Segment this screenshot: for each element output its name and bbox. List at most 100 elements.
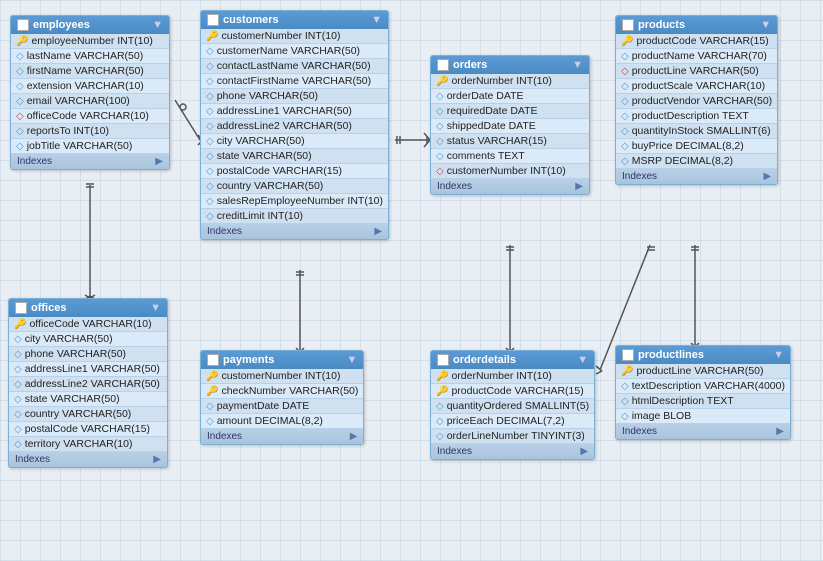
field-name: productLine VARCHAR(50) xyxy=(636,365,763,377)
field-name: postalCode VARCHAR(15) xyxy=(25,423,150,435)
field-row: 🔑orderNumber INT(10) xyxy=(431,74,589,89)
field-icon: ◇ xyxy=(436,431,444,442)
field-row: ◇contactLastName VARCHAR(50) xyxy=(201,59,388,74)
field-icon: ◇ xyxy=(206,46,214,57)
field-icon: ◇ xyxy=(621,96,629,107)
expand-arrow-icon[interactable]: ▼ xyxy=(572,59,583,71)
expand-arrow-icon[interactable]: ▼ xyxy=(347,354,358,366)
field-row: ◇customerName VARCHAR(50) xyxy=(201,44,388,59)
field-icon: ◇ xyxy=(436,106,444,117)
indexes-row[interactable]: Indexes▶ xyxy=(616,169,777,184)
field-icon: ◇ xyxy=(436,121,444,132)
field-row: ◇addressLine2 VARCHAR(50) xyxy=(9,377,167,392)
field-name: addressLine2 VARCHAR(50) xyxy=(217,120,352,132)
field-name: quantityInStock SMALLINT(6) xyxy=(632,125,771,137)
expand-arrow-icon[interactable]: ▼ xyxy=(773,349,784,361)
indexes-row[interactable]: Indexes ▶ xyxy=(431,444,594,459)
table-offices[interactable]: offices ▼🔑officeCode VARCHAR(10)◇city VA… xyxy=(8,298,168,468)
field-row: ◇quantityOrdered SMALLINT(5) xyxy=(431,399,594,414)
field-icon: ◇ xyxy=(206,76,214,87)
field-row: ◇lastName VARCHAR(50) xyxy=(11,49,169,64)
table-orders[interactable]: orders ▼🔑orderNumber INT(10)◇orderDate D… xyxy=(430,55,590,195)
expand-arrow-icon[interactable]: ▼ xyxy=(577,354,588,366)
table-icon xyxy=(17,19,29,31)
field-row: ◇salesRepEmployeeNumber INT(10) xyxy=(201,194,388,209)
field-row: ◇officeCode VARCHAR(10) xyxy=(11,109,169,124)
table-employees[interactable]: employees ▼🔑employeeNumber INT(10)◇lastN… xyxy=(10,15,170,170)
field-name: addressLine2 VARCHAR(50) xyxy=(25,378,160,390)
table-title: orderdetails xyxy=(453,354,516,366)
field-icon: ◇ xyxy=(436,151,444,162)
field-row: ◇orderDate DATE xyxy=(431,89,589,104)
fk-icon: ◇ xyxy=(436,166,444,177)
field-name: city VARCHAR(50) xyxy=(217,135,305,147)
indexes-label: Indexes xyxy=(207,431,242,442)
field-name: customerNumber INT(10) xyxy=(221,30,340,42)
indexes-arrow-icon: ▶ xyxy=(575,181,583,192)
field-name: phone VARCHAR(50) xyxy=(25,348,126,360)
table-header-products: products ▼ xyxy=(616,16,777,34)
field-row: 🔑checkNumber VARCHAR(50) xyxy=(201,384,363,399)
indexes-arrow-icon: ▶ xyxy=(580,446,588,457)
field-icon: ◇ xyxy=(621,141,629,152)
field-icon: ◇ xyxy=(206,61,214,72)
table-productlines[interactable]: productlines ▼🔑productLine VARCHAR(50)◇t… xyxy=(615,345,791,440)
field-row: ◇shippedDate DATE xyxy=(431,119,589,134)
field-row: ◇creditLimit INT(10) xyxy=(201,209,388,224)
field-name: officeCode VARCHAR(10) xyxy=(27,110,149,122)
field-name: firstName VARCHAR(50) xyxy=(27,65,144,77)
field-row: ◇quantityInStock SMALLINT(6) xyxy=(616,124,777,139)
indexes-arrow-icon: ▶ xyxy=(776,426,784,437)
table-customers[interactable]: customers ▼🔑customerNumber INT(10)◇custo… xyxy=(200,10,389,240)
field-name: shippedDate DATE xyxy=(447,120,536,132)
indexes-label: Indexes xyxy=(17,156,52,167)
field-name: postalCode VARCHAR(15) xyxy=(217,165,342,177)
indexes-row[interactable]: Indexes▶ xyxy=(616,424,790,439)
field-row: ◇textDescription VARCHAR(4000) xyxy=(616,379,790,394)
expand-arrow-icon[interactable]: ▼ xyxy=(371,14,382,26)
table-title: employees xyxy=(33,19,90,31)
field-icon: ◇ xyxy=(621,381,629,392)
erd-canvas: employees ▼🔑employeeNumber INT(10)◇lastN… xyxy=(0,0,823,561)
indexes-label: Indexes xyxy=(15,454,50,465)
key-icon: 🔑 xyxy=(436,76,448,87)
field-row: 🔑productLine VARCHAR(50) xyxy=(616,364,790,379)
field-icon: ◇ xyxy=(14,334,22,345)
field-name: priceEach DECIMAL(7,2) xyxy=(447,415,565,427)
table-orderdetails[interactable]: orderdetails ▼🔑orderNumber INT(10)🔑produ… xyxy=(430,350,595,460)
field-name: employeeNumber INT(10) xyxy=(31,35,152,47)
indexes-arrow-icon: ▶ xyxy=(763,171,771,182)
field-icon: ◇ xyxy=(14,379,22,390)
table-products[interactable]: products ▼🔑productCode VARCHAR(15)◇produ… xyxy=(615,15,778,185)
field-name: status VARCHAR(15) xyxy=(447,135,547,147)
field-icon: ◇ xyxy=(206,91,214,102)
table-icon xyxy=(207,14,219,26)
expand-arrow-icon[interactable]: ▼ xyxy=(760,19,771,31)
field-row: 🔑employeeNumber INT(10) xyxy=(11,34,169,49)
field-icon: ◇ xyxy=(436,91,444,102)
table-payments[interactable]: payments ▼🔑customerNumber INT(10)🔑checkN… xyxy=(200,350,364,445)
field-name: textDescription VARCHAR(4000) xyxy=(632,380,785,392)
field-name: productScale VARCHAR(10) xyxy=(632,80,765,92)
indexes-row[interactable]: Indexes▶ xyxy=(11,154,169,169)
key-icon: 🔑 xyxy=(436,371,448,382)
field-row: 🔑orderNumber INT(10) xyxy=(431,369,594,384)
indexes-row[interactable]: Indexes▶ xyxy=(201,429,363,444)
field-icon: ◇ xyxy=(621,126,629,137)
field-row: ◇addressLine1 VARCHAR(50) xyxy=(201,104,388,119)
field-icon: ◇ xyxy=(16,126,24,137)
field-row: 🔑officeCode VARCHAR(10) xyxy=(9,317,167,332)
field-row: ◇productName VARCHAR(70) xyxy=(616,49,777,64)
field-name: lastName VARCHAR(50) xyxy=(27,50,144,62)
indexes-row[interactable]: Indexes▶ xyxy=(431,179,589,194)
expand-arrow-icon[interactable]: ▼ xyxy=(150,302,161,314)
indexes-label: Indexes xyxy=(437,446,472,457)
field-row: ◇addressLine2 VARCHAR(50) xyxy=(201,119,388,134)
expand-arrow-icon[interactable]: ▼ xyxy=(152,19,163,31)
field-row: ◇firstName VARCHAR(50) xyxy=(11,64,169,79)
indexes-row[interactable]: Indexes▶ xyxy=(9,452,167,467)
field-row: ◇productScale VARCHAR(10) xyxy=(616,79,777,94)
field-name: productLine VARCHAR(50) xyxy=(632,65,759,77)
indexes-row[interactable]: Indexes▶ xyxy=(201,224,388,239)
field-row: ◇phone VARCHAR(50) xyxy=(9,347,167,362)
